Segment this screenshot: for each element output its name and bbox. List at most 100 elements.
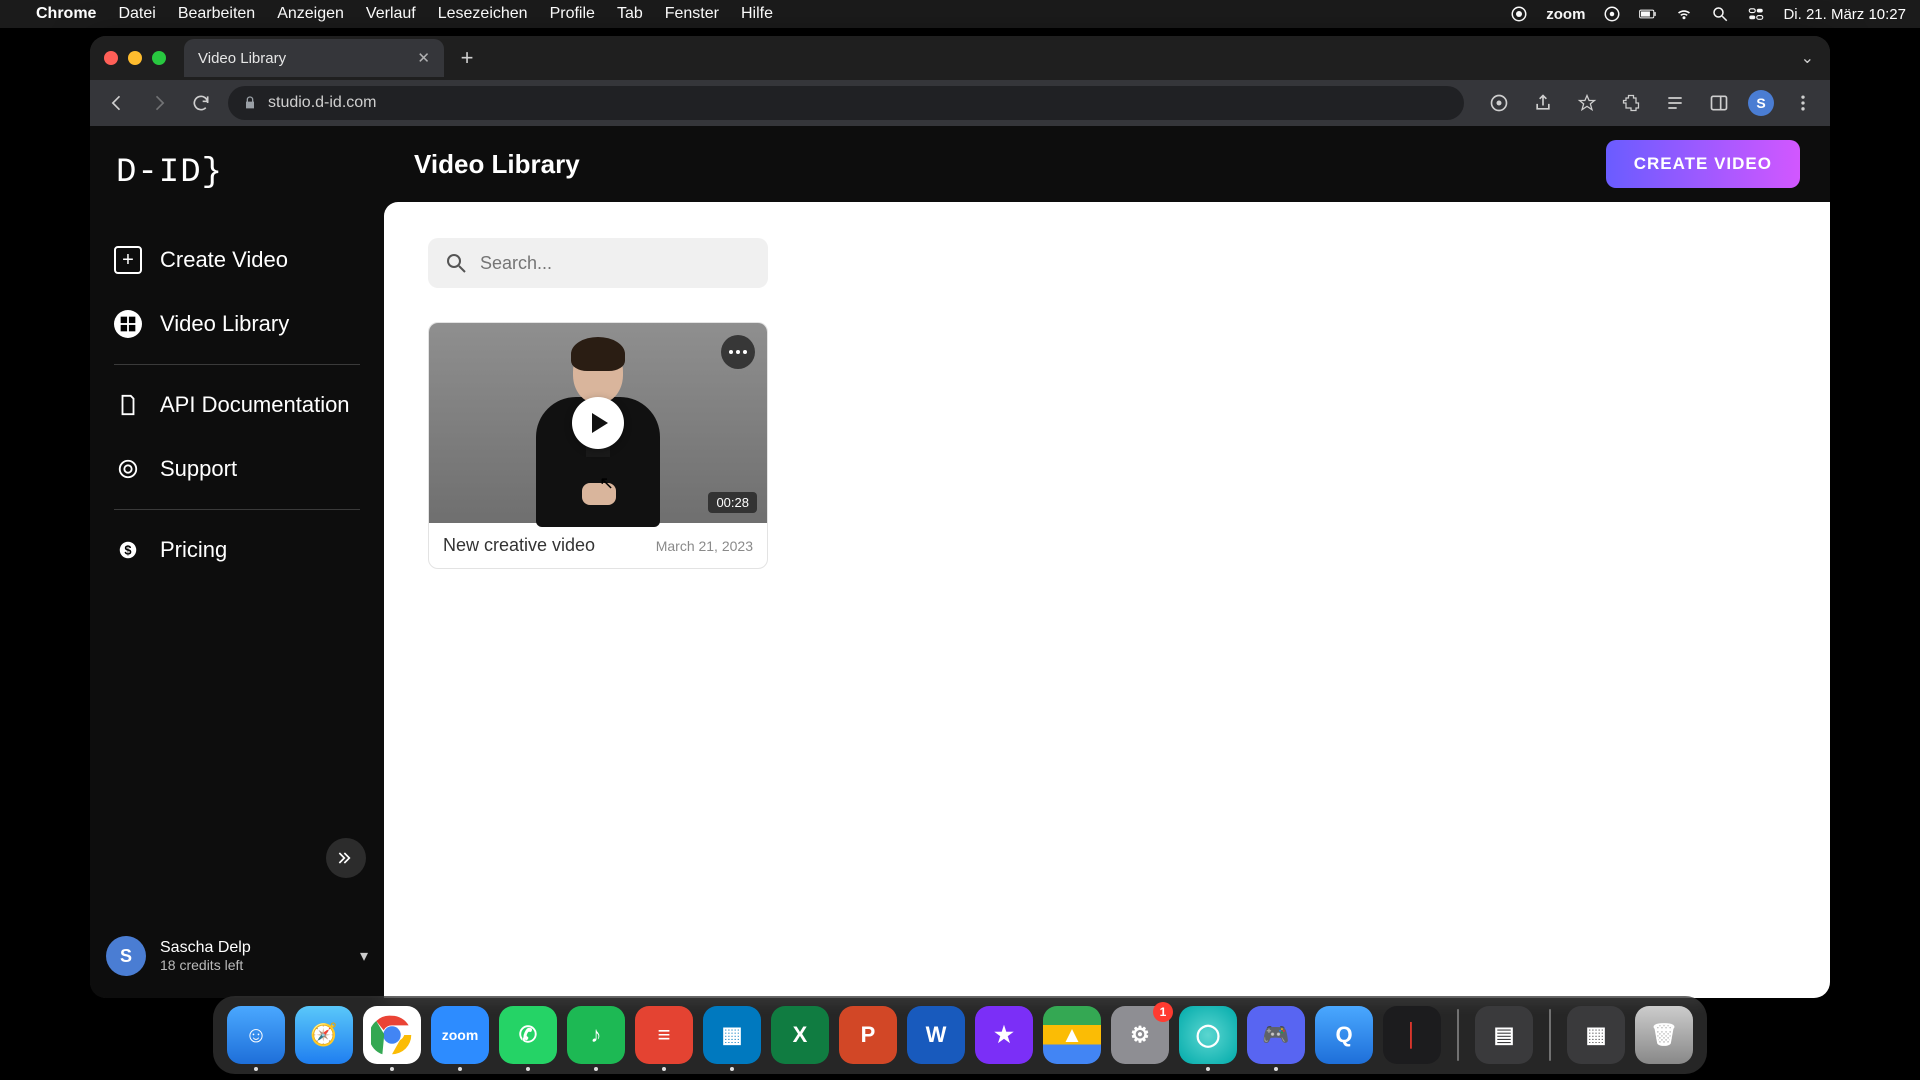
menubar-item[interactable]: Profile [550,5,595,23]
sidebar-item-video-library[interactable]: Video Library [90,292,384,356]
svg-text:$: $ [124,543,131,558]
share-icon[interactable] [1528,88,1558,118]
menubar-item[interactable]: Hilfe [741,5,773,23]
dock-app-switcher-icon[interactable]: ▦ [1567,1006,1625,1064]
reload-button[interactable] [186,88,216,118]
grid-icon [114,310,142,338]
chrome-menu-icon[interactable] [1788,88,1818,118]
dock-zoom-icon[interactable]: zoom [431,1006,489,1064]
dollar-icon: $ [114,536,142,564]
extensions-icon[interactable] [1616,88,1646,118]
play-icon[interactable] [572,397,624,449]
dock-finder-icon[interactable]: ☺ [227,1006,285,1064]
search-box[interactable] [428,238,768,288]
sidebar-item-label: Support [160,456,237,482]
control-center-icon[interactable] [1747,5,1765,23]
menubar-clock[interactable]: Di. 21. März 10:27 [1783,6,1906,23]
spotlight-icon[interactable] [1711,5,1729,23]
url-text: studio.d-id.com [268,94,377,112]
battery-icon[interactable] [1639,5,1657,23]
zoom-menubar-label[interactable]: zoom [1546,6,1585,23]
window-maximize-button[interactable] [152,51,166,65]
search-icon [444,251,468,275]
user-name: Sascha Delp [160,939,251,957]
chrome-window: Video Library ✕ + ⌄ studio.d-id.com S D-… [90,36,1830,998]
bookmark-star-icon[interactable] [1572,88,1602,118]
menubar-item[interactable]: Tab [617,5,643,23]
dock-trash-icon[interactable]: 🗑 [1635,1006,1693,1064]
sidebar-item-pricing[interactable]: $ Pricing [90,518,384,582]
create-video-button[interactable]: CREATE VIDEO [1606,140,1800,188]
dock-discord-icon[interactable]: 🎮 [1247,1006,1305,1064]
macos-dock: ☺ 🧭 zoom ✆ ♪ ≡ ▦ X P W ★ ▲ ⚙1 ◯ 🎮 Q │ ▤ … [213,996,1707,1074]
mouse-cursor-icon: ↖ [599,473,614,494]
sidebar-item-support[interactable]: Support [90,437,384,501]
brand-logo[interactable]: D-ID} [90,126,384,228]
video-title: New creative video [443,535,595,556]
reading-list-icon[interactable] [1660,88,1690,118]
profile-avatar[interactable]: S [1748,90,1774,116]
user-credits: 18 credits left [160,957,251,973]
user-menu[interactable]: S Sascha Delp 18 credits left ▾ [106,936,368,976]
menubar-item[interactable]: Lesezeichen [438,5,528,23]
dock-safari-icon[interactable]: 🧭 [295,1006,353,1064]
video-card[interactable]: 00:28 ↖ New creative video March 21, 202… [428,322,768,569]
menubar-item[interactable]: Bearbeiten [178,5,255,23]
dock-whatsapp-icon[interactable]: ✆ [499,1006,557,1064]
dock-powerpoint-icon[interactable]: P [839,1006,897,1064]
menubar-app-name[interactable]: Chrome [36,5,96,23]
tab-strip: Video Library ✕ + ⌄ [90,36,1830,80]
video-thumbnail[interactable]: 00:28 ↖ [429,323,767,523]
menubar-item[interactable]: Anzeigen [277,5,344,23]
dock-spotify-icon[interactable]: ♪ [567,1006,625,1064]
record-icon[interactable] [1510,5,1528,23]
video-options-button[interactable] [721,335,755,369]
tab-close-icon[interactable]: ✕ [417,49,430,67]
sidebar-item-label: Video Library [160,311,289,337]
dock-word-icon[interactable]: W [907,1006,965,1064]
sidebar: D-ID} + Create Video Video Library API D… [90,126,384,998]
sidebar-item-api-docs[interactable]: API Documentation [90,373,384,437]
sidebar-item-label: Create Video [160,247,288,273]
window-minimize-button[interactable] [128,51,142,65]
browser-tab[interactable]: Video Library ✕ [184,39,444,77]
video-grid: 00:28 ↖ New creative video March 21, 202… [428,322,1786,569]
collapse-sidebar-button[interactable] [326,838,366,878]
dock-settings-icon[interactable]: ⚙1 [1111,1006,1169,1064]
dock-excel-icon[interactable]: X [771,1006,829,1064]
dock-chrome-icon[interactable] [363,1006,421,1064]
macos-menubar: Chrome Datei Bearbeiten Anzeigen Verlauf… [0,0,1920,28]
side-panel-icon[interactable] [1704,88,1734,118]
sidebar-item-label: Pricing [160,537,227,563]
tabs-dropdown-icon[interactable]: ⌄ [1801,48,1814,68]
dock-todoist-icon[interactable]: ≡ [635,1006,693,1064]
dock-voice-memos-icon[interactable]: │ [1383,1006,1441,1064]
address-bar[interactable]: studio.d-id.com [228,86,1464,120]
wifi-icon[interactable] [1675,5,1693,23]
dock-calculator-icon[interactable]: ▤ [1475,1006,1533,1064]
back-button[interactable] [102,88,132,118]
menubar-item[interactable]: Verlauf [366,5,416,23]
screen-record-icon[interactable] [1603,5,1621,23]
content-panel: 00:28 ↖ New creative video March 21, 202… [384,202,1830,998]
sidebar-item-label: API Documentation [160,392,350,418]
plus-icon: + [114,246,142,274]
menubar-item[interactable]: Fenster [665,5,719,23]
menubar-item[interactable]: Datei [118,5,155,23]
dock-imovie-icon[interactable]: ★ [975,1006,1033,1064]
new-tab-button[interactable]: + [452,43,482,73]
window-close-button[interactable] [104,51,118,65]
dock-trello-icon[interactable]: ▦ [703,1006,761,1064]
dock-app-icon[interactable]: ◯ [1179,1006,1237,1064]
dock-google-drive-icon[interactable]: ▲ [1043,1006,1101,1064]
user-avatar: S [106,936,146,976]
sidebar-item-create-video[interactable]: + Create Video [90,228,384,292]
sidebar-nav: + Create Video Video Library API Documen… [90,228,384,582]
document-icon [114,391,142,419]
google-lens-icon[interactable] [1484,88,1514,118]
did-app: D-ID} + Create Video Video Library API D… [90,126,1830,998]
settings-badge: 1 [1153,1002,1173,1022]
search-input[interactable] [480,253,752,274]
dock-quicktime-icon[interactable]: Q [1315,1006,1373,1064]
forward-button[interactable] [144,88,174,118]
